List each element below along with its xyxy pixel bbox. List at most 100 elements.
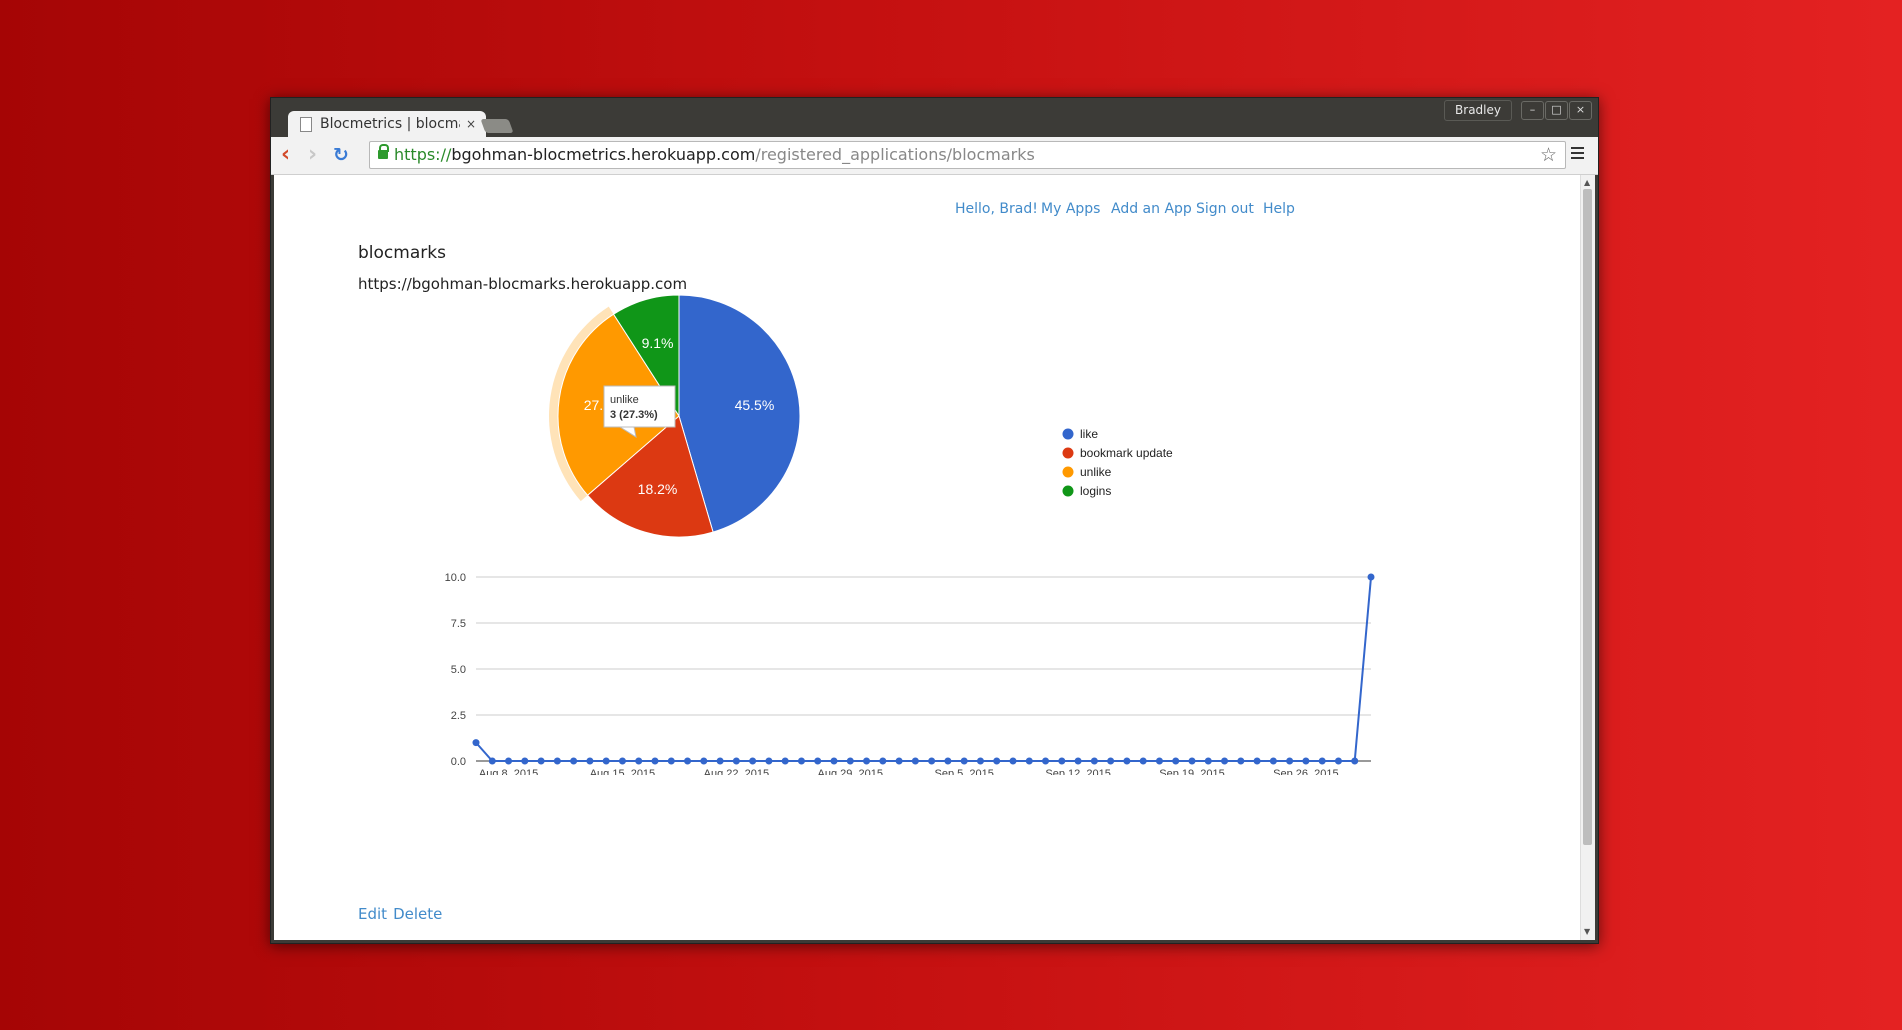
data-point[interactable] — [911, 757, 919, 765]
delete-link[interactable]: Delete — [393, 905, 442, 923]
url-scheme: https:// — [394, 145, 452, 164]
data-point[interactable] — [472, 739, 480, 747]
data-point[interactable] — [928, 757, 936, 765]
scrollbar[interactable]: ▲ ▼ — [1580, 175, 1595, 940]
legend-item[interactable]: bookmark update — [1062, 446, 1174, 460]
x-tick-label: Aug 29, 2015 — [818, 768, 883, 775]
legend-item[interactable]: like — [1062, 427, 1099, 441]
pie-slice-label: 9.1% — [642, 335, 674, 351]
data-point[interactable] — [1139, 757, 1147, 765]
reload-icon[interactable]: ↻ — [333, 143, 349, 167]
data-point[interactable] — [797, 757, 805, 765]
data-point[interactable] — [976, 757, 984, 765]
data-point[interactable] — [830, 757, 838, 765]
data-point[interactable] — [1188, 757, 1196, 765]
tab-title: Blocmetrics | blocmarks — [320, 116, 460, 132]
data-point[interactable] — [505, 757, 513, 765]
data-point[interactable] — [1367, 573, 1375, 581]
data-point[interactable] — [667, 757, 675, 765]
data-point[interactable] — [684, 757, 692, 765]
data-point[interactable] — [863, 757, 871, 765]
data-point[interactable] — [895, 757, 903, 765]
legend-item[interactable]: unlike — [1062, 465, 1112, 479]
data-point[interactable] — [537, 757, 545, 765]
data-point[interactable] — [1009, 757, 1017, 765]
legend-swatch — [1062, 485, 1074, 497]
data-point[interactable] — [1334, 757, 1342, 765]
data-point[interactable] — [814, 757, 822, 765]
data-point[interactable] — [1042, 757, 1050, 765]
pie-slice-label: 18.2% — [638, 481, 678, 497]
legend-label: unlike — [1080, 465, 1112, 479]
data-point[interactable] — [1123, 757, 1131, 765]
address-bar[interactable]: https://bgohman-blocmetrics.herokuapp.co… — [369, 141, 1566, 169]
x-tick-label: Sep 26, 2015 — [1273, 768, 1338, 775]
data-point[interactable] — [700, 757, 708, 765]
data-point[interactable] — [944, 757, 952, 765]
data-point[interactable] — [716, 757, 724, 765]
new-tab-button[interactable] — [480, 119, 514, 133]
data-point[interactable] — [732, 757, 740, 765]
data-point[interactable] — [1172, 757, 1180, 765]
y-tick-label: 10.0 — [445, 572, 466, 584]
data-point[interactable] — [1107, 757, 1115, 765]
data-point[interactable] — [521, 757, 529, 765]
minimize-button[interactable]: – — [1521, 101, 1544, 120]
data-point[interactable] — [488, 757, 496, 765]
data-point[interactable] — [1090, 757, 1098, 765]
data-point[interactable] — [570, 757, 578, 765]
back-icon[interactable]: ‹ — [281, 143, 290, 167]
data-point[interactable] — [1302, 757, 1310, 765]
data-point[interactable] — [1269, 757, 1277, 765]
legend-label: bookmark update — [1080, 446, 1173, 460]
data-point[interactable] — [846, 757, 854, 765]
data-point[interactable] — [1204, 757, 1212, 765]
data-point[interactable] — [1351, 757, 1359, 765]
data-point[interactable] — [651, 757, 659, 765]
data-point[interactable] — [618, 757, 626, 765]
data-point[interactable] — [749, 757, 757, 765]
url-host: bgohman-blocmetrics.herokuapp.com — [451, 145, 756, 164]
data-point[interactable] — [586, 757, 594, 765]
data-point[interactable] — [1074, 757, 1082, 765]
data-point[interactable] — [553, 757, 561, 765]
bookmark-star-icon[interactable]: ☆ — [1540, 142, 1557, 168]
data-point[interactable] — [1025, 757, 1033, 765]
x-tick-label: Sep 19, 2015 — [1159, 768, 1224, 775]
data-point[interactable] — [1318, 757, 1326, 765]
browser-toolbar: ‹ › ↻ https://bgohman-blocmetrics.heroku… — [271, 137, 1598, 175]
data-point[interactable] — [879, 757, 887, 765]
data-point[interactable] — [781, 757, 789, 765]
menu-icon[interactable] — [1571, 147, 1584, 162]
forward-icon[interactable]: › — [308, 143, 317, 167]
browser-tab[interactable]: Blocmetrics | blocmarks × — [288, 111, 486, 137]
data-point[interactable] — [602, 757, 610, 765]
data-point[interactable] — [1286, 757, 1294, 765]
data-point[interactable] — [1253, 757, 1261, 765]
close-window-button[interactable]: × — [1569, 101, 1592, 120]
x-tick-label: Sep 5, 2015 — [935, 768, 994, 775]
browser-window: Bradley – □ × Blocmetrics | blocmarks × … — [270, 97, 1599, 944]
data-point[interactable] — [960, 757, 968, 765]
tooltip-title: unlike — [610, 394, 639, 406]
maximize-button[interactable]: □ — [1545, 101, 1568, 120]
data-point[interactable] — [1058, 757, 1066, 765]
scrollbar-thumb[interactable] — [1583, 189, 1592, 845]
data-point[interactable] — [1221, 757, 1229, 765]
profile-button[interactable]: Bradley — [1444, 100, 1512, 121]
data-point[interactable] — [635, 757, 643, 765]
data-point[interactable] — [1155, 757, 1163, 765]
x-tick-label: Aug 8, 2015 — [479, 768, 538, 775]
scroll-up-icon[interactable]: ▲ — [1584, 178, 1590, 187]
legend-swatch — [1062, 447, 1074, 459]
tab-close-icon[interactable]: × — [466, 111, 476, 137]
scroll-down-icon[interactable]: ▼ — [1584, 927, 1590, 936]
x-tick-label: Sep 12, 2015 — [1045, 768, 1110, 775]
edit-link[interactable]: Edit — [358, 905, 387, 923]
data-point[interactable] — [765, 757, 773, 765]
data-point[interactable] — [1237, 757, 1245, 765]
legend-item[interactable]: logins — [1062, 484, 1112, 498]
data-point[interactable] — [993, 757, 1001, 765]
y-tick-label: 2.5 — [451, 710, 466, 722]
legend-swatch — [1062, 466, 1074, 478]
